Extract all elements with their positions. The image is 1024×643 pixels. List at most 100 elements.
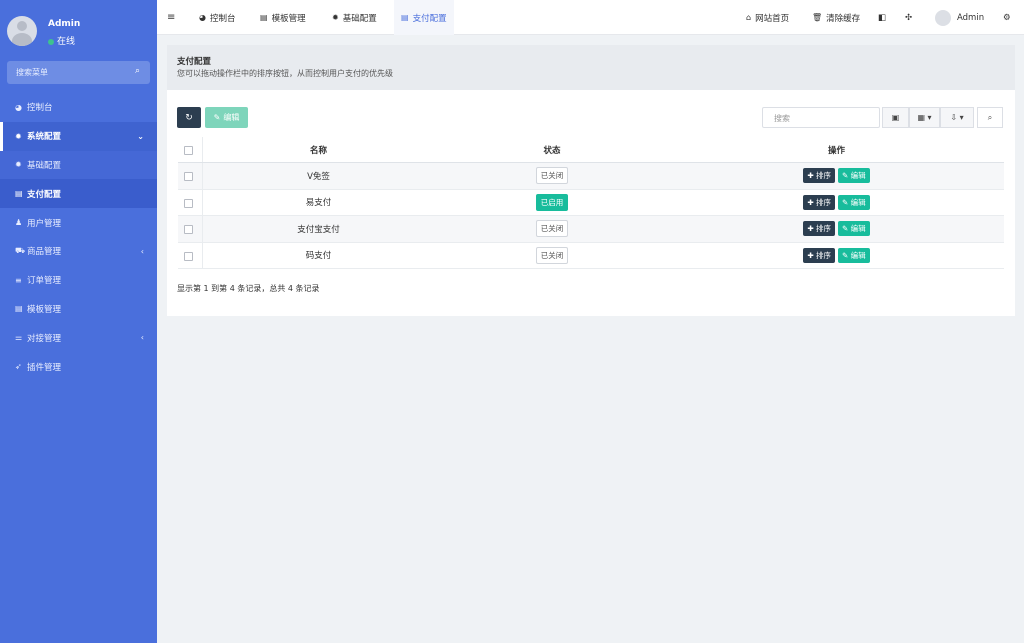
content-header: 支付配置 您可以拖动操作栏中的排序按钮，从而控制用户支付的优先级 — [167, 45, 1015, 90]
sort-button[interactable]: ✚ 排序 — [803, 194, 835, 210]
row-status-cell: 已关闭 — [435, 243, 669, 269]
clear-cache-label: 清除缓存 — [826, 13, 861, 24]
language-icon[interactable]: ◧ — [878, 0, 886, 35]
edit-label: 编辑 — [850, 250, 866, 260]
pencil-icon: ✎ — [213, 113, 221, 122]
sidebar-item-label: 系统配置 — [27, 132, 62, 143]
sidebar-item-payment-config[interactable]: ▤ 支付配置 — [0, 179, 157, 209]
row-checkbox[interactable] — [184, 225, 193, 234]
user-panel: Admin 在线 — [0, 0, 157, 56]
tab-label: 模板管理 — [271, 13, 306, 24]
cart-icon: ⛟ — [15, 246, 26, 256]
row-checkbox[interactable] — [184, 172, 193, 181]
page-title: 支付配置 — [177, 57, 212, 67]
refresh-icon: ↻ — [185, 112, 193, 123]
payment-table: 名称 状态 操作 V免签 已关闭 ✚ 排序 ✎ 编辑 易支付 已启用 ✚ 排序 … — [178, 137, 1004, 269]
table-row[interactable]: 码支付 已关闭 ✚ 排序 ✎ 编辑 — [178, 242, 1004, 269]
export-icon: ⇩ ▾ — [950, 113, 964, 122]
home-icon: ⌂ — [746, 13, 752, 22]
sidebar: Admin 在线 搜索菜单 ⌕ ◕ 控制台 ✹ 系统配置 ⌄ ✹ 基础配置 ▤ … — [0, 0, 157, 643]
status-badge[interactable]: 已关闭 — [535, 220, 569, 238]
table-row[interactable]: 支付宝支付 已关闭 ✚ 排序 ✎ 编辑 — [178, 216, 1004, 243]
sidebar-item-users[interactable]: ♟ 用户管理 — [0, 208, 157, 237]
table-icon: ▤ — [260, 13, 268, 22]
status-badge[interactable]: 已启用 — [535, 193, 569, 211]
sort-button[interactable]: ✚ 排序 — [803, 247, 835, 263]
main-panel: ↻ ✎ 编辑 搜索 ▣ ▦ ▾ ⇩ ▾ ⌕ 名称 状态 操作 V免签 已关闭 ✚… — [167, 90, 1015, 316]
clear-cache-button[interactable]: 🗑 清除缓存 — [812, 0, 860, 35]
user-name: Admin — [48, 19, 81, 29]
column-header-ops: 操作 — [827, 145, 845, 156]
move-icon: ✚ — [807, 197, 816, 207]
table-search-input[interactable]: 搜索 — [762, 107, 880, 128]
menu-toggle-icon[interactable]: ≡ — [167, 0, 175, 35]
status-badge[interactable]: 已关闭 — [535, 246, 569, 264]
export-button[interactable]: ⇩ ▾ — [940, 107, 974, 128]
edit-label: 编辑 — [850, 224, 866, 234]
tab-payment-config[interactable]: ▤ 支付配置 — [394, 0, 454, 35]
sort-button[interactable]: ✚ 排序 — [803, 168, 835, 184]
sidebar-item-system-config[interactable]: ✹ 系统配置 ⌄ — [0, 121, 157, 151]
sidebar-item-plugins[interactable]: ➶ 插件管理 — [0, 352, 157, 381]
select-all-checkbox[interactable] — [184, 146, 193, 155]
row-checkbox[interactable] — [184, 251, 193, 261]
row-name: 易支付 — [305, 198, 332, 209]
user-icon: ♟ — [15, 218, 23, 228]
row-status-cell: 已关闭 — [435, 163, 669, 189]
table-icon: ▤ — [401, 13, 409, 22]
row-status-cell: 已关闭 — [435, 216, 669, 242]
sidebar-item-dashboard[interactable]: ◕ 控制台 — [0, 93, 157, 122]
tab-dashboard[interactable]: ◕ 控制台 — [199, 0, 236, 35]
avatar — [7, 16, 37, 46]
dashboard-icon: ◕ — [199, 13, 206, 22]
row-checkbox[interactable] — [184, 198, 193, 208]
status-badge[interactable]: 已关闭 — [535, 167, 569, 185]
row-edit-button[interactable]: ✎ 编辑 — [838, 221, 870, 237]
sidebar-item-orders[interactable]: ≡ 订单管理 — [0, 266, 157, 295]
user-menu[interactable]: Admin — [935, 0, 984, 35]
fullscreen-icon[interactable]: ✣ — [905, 0, 912, 35]
columns-button[interactable]: ▦ ▾ — [909, 107, 940, 128]
pencil-icon: ✎ — [842, 224, 851, 234]
user-status-text: 在线 — [57, 37, 76, 47]
row-edit-button[interactable]: ✎ 编辑 — [838, 194, 870, 210]
row-actions: ✚ 排序 ✎ 编辑 — [669, 190, 1004, 216]
rocket-icon: ➶ — [15, 362, 22, 372]
sidebar-item-templates[interactable]: ▤ 模板管理 — [0, 295, 157, 324]
sidebar-item-label: 控制台 — [27, 103, 53, 114]
table-row[interactable]: V免签 已关闭 ✚ 排序 ✎ 编辑 — [178, 163, 1004, 190]
sidebar-item-label: 模板管理 — [27, 304, 62, 315]
settings-icon[interactable]: ⚙ — [1003, 0, 1011, 35]
avatar — [935, 9, 951, 26]
column-header-status[interactable]: 状态 — [435, 137, 669, 162]
row-edit-button[interactable]: ✎ 编辑 — [838, 247, 870, 263]
sidebar-search-placeholder: 搜索菜单 — [16, 68, 48, 77]
sidebar-item-label: 基础配置 — [27, 160, 62, 171]
sort-button[interactable]: ✚ 排序 — [803, 221, 835, 237]
edit-button[interactable]: ✎ 编辑 — [205, 107, 248, 128]
sidebar-item-integrations[interactable]: ⚌ 对接管理 ‹ — [0, 323, 157, 352]
tab-label: 基础配置 — [342, 13, 377, 24]
tab-basic-config[interactable]: ✹ 基础配置 — [332, 0, 377, 35]
tab-label: 控制台 — [209, 13, 236, 24]
row-edit-button[interactable]: ✎ 编辑 — [838, 168, 870, 184]
tab-templates[interactable]: ▤ 模板管理 — [260, 0, 306, 35]
refresh-button[interactable]: ↻ — [177, 107, 201, 128]
sort-label: 排序 — [816, 250, 831, 260]
table-row[interactable]: 易支付 已启用 ✚ 排序 ✎ 编辑 — [178, 189, 1004, 216]
sort-label: 排序 — [816, 171, 831, 181]
sidebar-search-input[interactable]: 搜索菜单 ⌕ — [7, 61, 150, 84]
search-icon[interactable]: ⌕ — [135, 66, 140, 76]
search-button[interactable]: ⌕ — [977, 107, 1003, 128]
column-header-name[interactable]: 名称 — [202, 137, 435, 162]
sidebar-item-products[interactable]: ⛟ 商品管理 ‹ — [0, 237, 157, 266]
search-icon: ⌕ — [987, 112, 993, 122]
columns-icon: ▦ ▾ — [917, 113, 932, 122]
toggle-view-button[interactable]: ▣ — [882, 107, 909, 128]
sidebar-item-label: 商品管理 — [27, 247, 62, 258]
sidebar-item-label: 订单管理 — [27, 276, 62, 287]
site-home-link[interactable]: ⌂ 网站首页 — [746, 0, 789, 35]
sidebar-item-basic-config[interactable]: ✹ 基础配置 — [0, 150, 157, 180]
pencil-icon: ✎ — [842, 171, 851, 181]
gear-icon: ✹ — [15, 131, 22, 141]
